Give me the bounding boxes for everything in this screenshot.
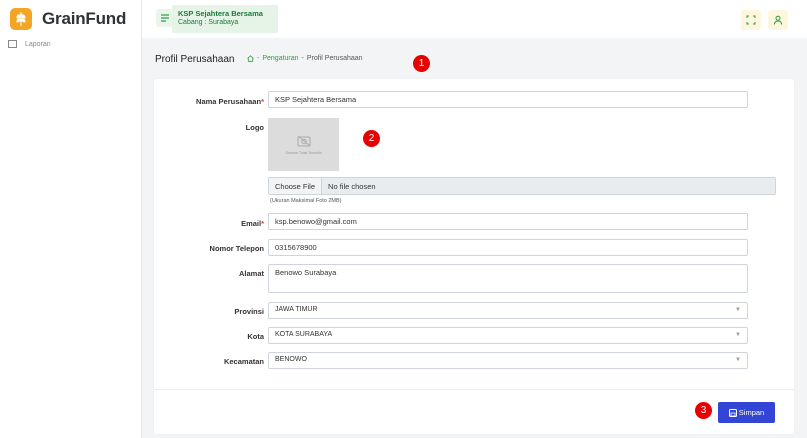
required-mark: * [261,97,264,106]
annotation-marker-3: 3 [695,402,712,419]
email-input[interactable]: ksp.benowo@gmail.com [268,213,748,230]
no-image-icon [297,135,310,146]
logo-caption: Gambar Tidak Tersedia [285,150,322,155]
nomor-telepon-label: Nomor Telepon [209,244,264,253]
kota-select[interactable]: KOTA SURABAYA ▼ [268,327,748,344]
fullscreen-icon [746,15,756,25]
report-icon [8,40,17,48]
label-text: Nama Perusahaan [196,97,262,106]
annotation-marker-1: 1 [413,55,430,72]
file-status: No file chosen [328,181,376,191]
chevron-down-icon: ▼ [735,307,741,313]
nama-perusahaan-input[interactable]: KSP Sejahtera Bersama [268,91,748,108]
page-title: Profil Perusahaan [155,54,235,65]
logo-file-input[interactable]: Choose File No file chosen [268,177,776,195]
hamburger-icon [161,14,169,22]
breadcrumb: - Pengaturan - Profil Perusahaan [247,55,363,62]
logo-preview: Gambar Tidak Tersedia [268,118,339,171]
save-icon [728,408,737,417]
card-footer-divider [154,389,794,390]
brand[interactable]: GrainFund [10,8,126,30]
label-text: Email [241,219,262,228]
chevron-down-icon: ▼ [735,357,741,363]
topbar: KSP Sejahtera Bersama Cabang : Surabaya [142,0,807,38]
kecamatan-value: BENOWO [275,356,307,363]
branch-name: Cabang : Surabaya [178,19,239,26]
fullscreen-button[interactable] [741,10,761,30]
provinsi-value: JAWA TIMUR [275,306,318,313]
home-icon[interactable] [247,55,254,62]
logo-label: Logo [245,123,264,132]
annotation-marker-2: 2 [363,130,380,147]
kota-label: Kota [247,332,264,341]
alamat-label: Alamat [238,269,264,278]
save-label: Simpan [738,408,765,417]
required-mark: * [261,219,264,228]
kecamatan-select[interactable]: BENOWO ▼ [268,352,748,369]
user-menu-button[interactable] [768,10,788,30]
sidebar-item-laporan[interactable]: Laporan [8,40,51,48]
alamat-textarea[interactable]: Benowo Surabaya [268,264,748,293]
provinsi-select[interactable]: JAWA TIMUR ▼ [268,302,748,319]
chevron-down-icon: ▼ [735,332,741,338]
kota-value: KOTA SURABAYA [275,331,333,338]
email-label: Email* [154,219,264,228]
org-name: KSP Sejahtera Bersama [178,9,263,18]
file-size-hint: (Ukuran Maksimal Foto 2MB) [270,198,342,204]
user-icon [774,15,782,25]
nomor-telepon-input[interactable]: 0315678900 [268,239,748,256]
nama-perusahaan-label: Nama Perusahaan* [154,97,264,106]
save-button[interactable]: Simpan [718,402,775,423]
breadcrumb-parent[interactable]: Pengaturan [262,55,298,62]
kecamatan-label: Kecamatan [223,357,264,366]
breadcrumb-sep: - [301,55,304,62]
breadcrumb-current: Profil Perusahaan [306,55,363,62]
grain-logo-icon [10,8,32,30]
choose-file-button[interactable]: Choose File [269,178,323,194]
company-profile-card: Nama Perusahaan* KSP Sejahtera Bersama L… [154,79,794,434]
provinsi-label: Provinsi [234,307,264,316]
sidebar: GrainFund Laporan [0,0,142,438]
brand-name: GrainFund [42,9,127,28]
sidebar-item-label: Laporan [25,40,51,48]
branch-info: KSP Sejahtera Bersama Cabang : Surabaya [172,5,278,33]
breadcrumb-sep: - [257,55,260,62]
